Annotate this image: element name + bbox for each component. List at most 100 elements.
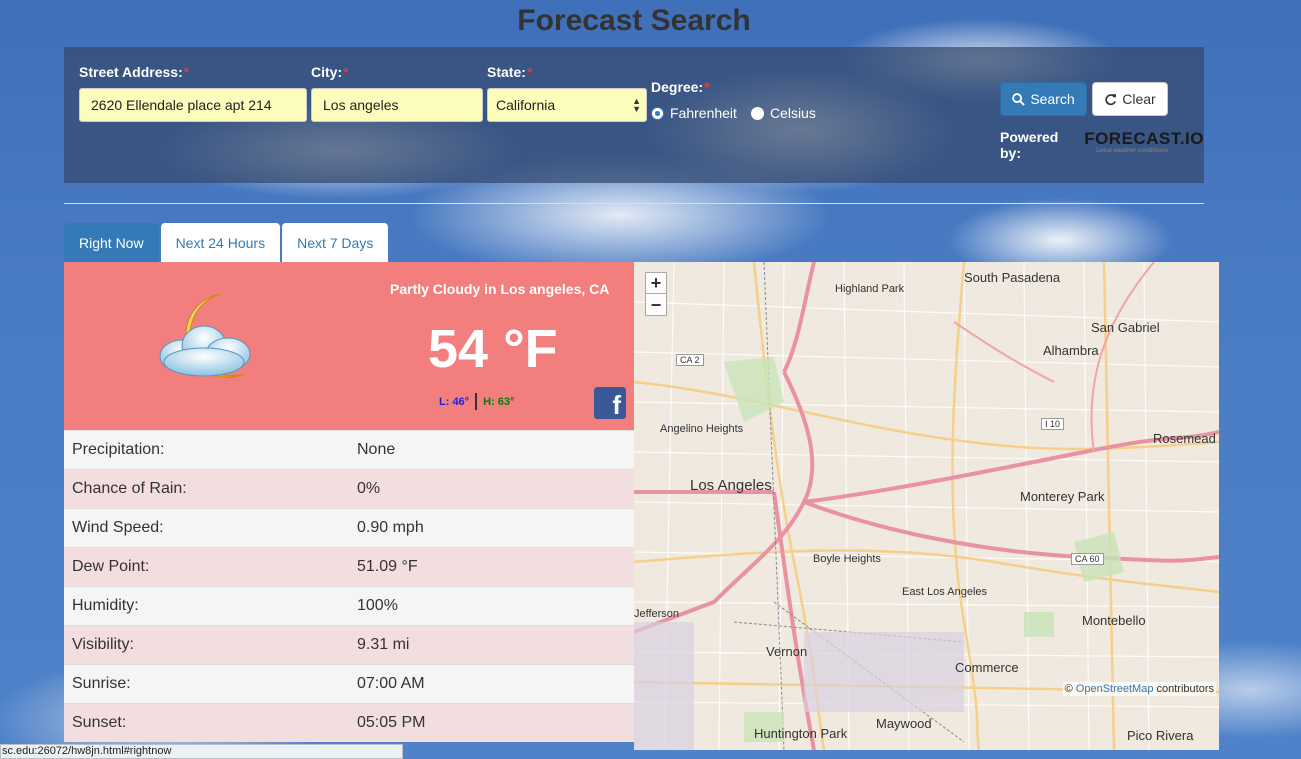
degree-label: Degree:* bbox=[651, 79, 710, 95]
detail-label: Chance of Rain: bbox=[72, 480, 187, 497]
select-arrows-icon: ▲ ▼ bbox=[632, 96, 641, 114]
table-row: Sunrise: 07:00 AM bbox=[64, 664, 634, 703]
degree-radio-group: Fahrenheit Celsius bbox=[651, 105, 816, 121]
map-label-vernon: Vernon bbox=[766, 644, 808, 659]
detail-label: Sunrise: bbox=[72, 675, 131, 692]
powered-by: Powered by: FORECAST.IO Local weather co… bbox=[1000, 129, 1204, 161]
current-weather-card: Partly Cloudy in Los angeles, CA 54 °F L… bbox=[64, 262, 634, 430]
map-label-monterey-park: Monterey Park bbox=[1020, 489, 1105, 504]
detail-label: Precipitation: bbox=[72, 441, 165, 458]
openstreetmap-link[interactable]: OpenStreetMap bbox=[1076, 683, 1154, 695]
zoom-in-button[interactable]: + bbox=[645, 272, 667, 294]
required-mark: * bbox=[343, 64, 349, 80]
state-label: State:* bbox=[487, 64, 532, 80]
condition-text: Partly Cloudy in Los angeles, CA bbox=[390, 281, 610, 297]
table-row: Visibility: 9.31 mi bbox=[64, 625, 634, 664]
refresh-icon bbox=[1105, 93, 1117, 105]
required-mark: * bbox=[704, 79, 710, 95]
detail-value: 07:00 AM bbox=[357, 675, 425, 692]
detail-label: Wind Speed: bbox=[72, 519, 164, 536]
map-label-alhambra: Alhambra bbox=[1043, 343, 1099, 358]
map-attribution: © OpenStreetMap contributors bbox=[1062, 682, 1216, 696]
attribution-suffix: contributors bbox=[1156, 683, 1214, 695]
map-label-pico-rivera: Pico Rivera bbox=[1127, 728, 1194, 743]
detail-value: None bbox=[357, 441, 396, 458]
temperature: 54 °F bbox=[428, 319, 558, 379]
fahrenheit-radio[interactable] bbox=[651, 106, 664, 120]
search-button[interactable]: Search bbox=[1000, 82, 1087, 116]
table-row: Precipitation: None bbox=[64, 430, 634, 469]
detail-label: Visibility: bbox=[72, 636, 134, 653]
highway-shield: CA 60 bbox=[1071, 553, 1104, 565]
detail-value: 0.90 mph bbox=[357, 519, 424, 536]
clear-button[interactable]: Clear bbox=[1092, 82, 1168, 116]
map-label-los-angeles: Los Angeles bbox=[690, 477, 772, 494]
city-label-text: City: bbox=[311, 64, 343, 80]
city-input[interactable]: Los angeles bbox=[311, 88, 483, 122]
search-icon bbox=[1012, 92, 1026, 106]
detail-label: Dew Point: bbox=[72, 558, 150, 575]
table-row: Wind Speed: 0.90 mph bbox=[64, 508, 634, 547]
detail-value: 51.09 °F bbox=[357, 558, 418, 575]
page-title: Forecast Search bbox=[517, 4, 751, 37]
logo-text: FORECAST.IO bbox=[1084, 129, 1204, 148]
details-table: Precipitation: None Chance of Rain: 0% W… bbox=[64, 430, 634, 742]
tab-next-7-days[interactable]: Next 7 Days bbox=[282, 223, 389, 262]
degree-label-text: Degree: bbox=[651, 79, 704, 95]
powered-by-label: Powered by: bbox=[1000, 129, 1059, 161]
detail-value: 0% bbox=[357, 480, 381, 497]
zoom-out-button[interactable]: − bbox=[645, 294, 667, 316]
street-label-text: Street Address: bbox=[79, 64, 183, 80]
result-tabs: Right Now Next 24 Hours Next 7 Days bbox=[64, 223, 389, 262]
search-button-label: Search bbox=[1030, 91, 1075, 107]
table-row: Dew Point: 51.09 °F bbox=[64, 547, 634, 586]
table-row: Humidity: 100% bbox=[64, 586, 634, 625]
map[interactable]: + − South Pasadena Highland Park San Gab… bbox=[634, 262, 1219, 750]
table-row: Sunset: 05:05 PM bbox=[64, 703, 634, 742]
state-selected-value: California bbox=[496, 97, 556, 113]
facebook-icon[interactable]: f bbox=[594, 387, 626, 419]
detail-value: 100% bbox=[357, 597, 398, 614]
detail-label: Humidity: bbox=[72, 597, 139, 614]
highway-shield: CA 2 bbox=[676, 354, 704, 366]
map-label-boyle-heights: Boyle Heights bbox=[813, 553, 881, 565]
map-label-highland-park: Highland Park bbox=[835, 283, 905, 295]
low-high-temps: L: 46° H: 63° bbox=[439, 393, 514, 410]
search-form-panel: Street Address:* 2620 Ellendale place ap… bbox=[64, 47, 1204, 183]
low-temp: L: 46° bbox=[439, 395, 470, 408]
city-label: City:* bbox=[311, 64, 349, 80]
required-mark: * bbox=[526, 64, 533, 80]
map-label-huntington-park: Huntington Park bbox=[754, 726, 848, 741]
detail-label: Sunset: bbox=[72, 714, 127, 731]
celsius-label[interactable]: Celsius bbox=[770, 105, 816, 121]
required-mark: * bbox=[183, 64, 190, 80]
map-label-san-gabriel: San Gabriel bbox=[1091, 320, 1160, 335]
tab-next-24-hours[interactable]: Next 24 Hours bbox=[160, 223, 281, 262]
map-label-angelino-heights: Angelino Heights bbox=[660, 423, 744, 435]
forecast-io-logo[interactable]: FORECAST.IO Local weather conditions bbox=[1084, 129, 1204, 154]
state-select[interactable]: California ▲ ▼ bbox=[487, 88, 647, 122]
divider bbox=[64, 203, 1204, 204]
clear-button-label: Clear bbox=[1122, 91, 1156, 107]
high-temp: H: 63° bbox=[483, 395, 515, 408]
browser-status-bar: sc.edu:26072/hw8jn.html#rightnow bbox=[0, 744, 403, 759]
tab-right-now[interactable]: Right Now bbox=[64, 223, 159, 262]
street-address-input[interactable]: 2620 Ellendale place apt 214 bbox=[79, 88, 307, 122]
table-row: Chance of Rain: 0% bbox=[64, 469, 634, 508]
map-zoom-controls: + − bbox=[645, 272, 667, 316]
attribution-copyright: © bbox=[1064, 683, 1073, 695]
map-label-rosemead: Rosemead bbox=[1153, 431, 1216, 446]
map-label-jefferson: Jefferson bbox=[634, 608, 680, 620]
logo-subtext: Local weather conditions bbox=[1096, 148, 1169, 154]
partly-cloudy-night-icon bbox=[159, 293, 251, 378]
map-label-east-los-angeles: East Los Angeles bbox=[902, 586, 988, 598]
detail-value: 05:05 PM bbox=[357, 714, 426, 731]
street-label: Street Address:* bbox=[79, 64, 189, 80]
map-label-south-pasadena: South Pasadena bbox=[964, 270, 1061, 285]
map-label-maywood: Maywood bbox=[876, 716, 932, 731]
state-label-text: State: bbox=[487, 64, 526, 80]
celsius-radio[interactable] bbox=[750, 106, 764, 120]
map-streets bbox=[634, 262, 1219, 750]
fahrenheit-label[interactable]: Fahrenheit bbox=[670, 105, 737, 121]
map-label-commerce: Commerce bbox=[955, 660, 1019, 675]
